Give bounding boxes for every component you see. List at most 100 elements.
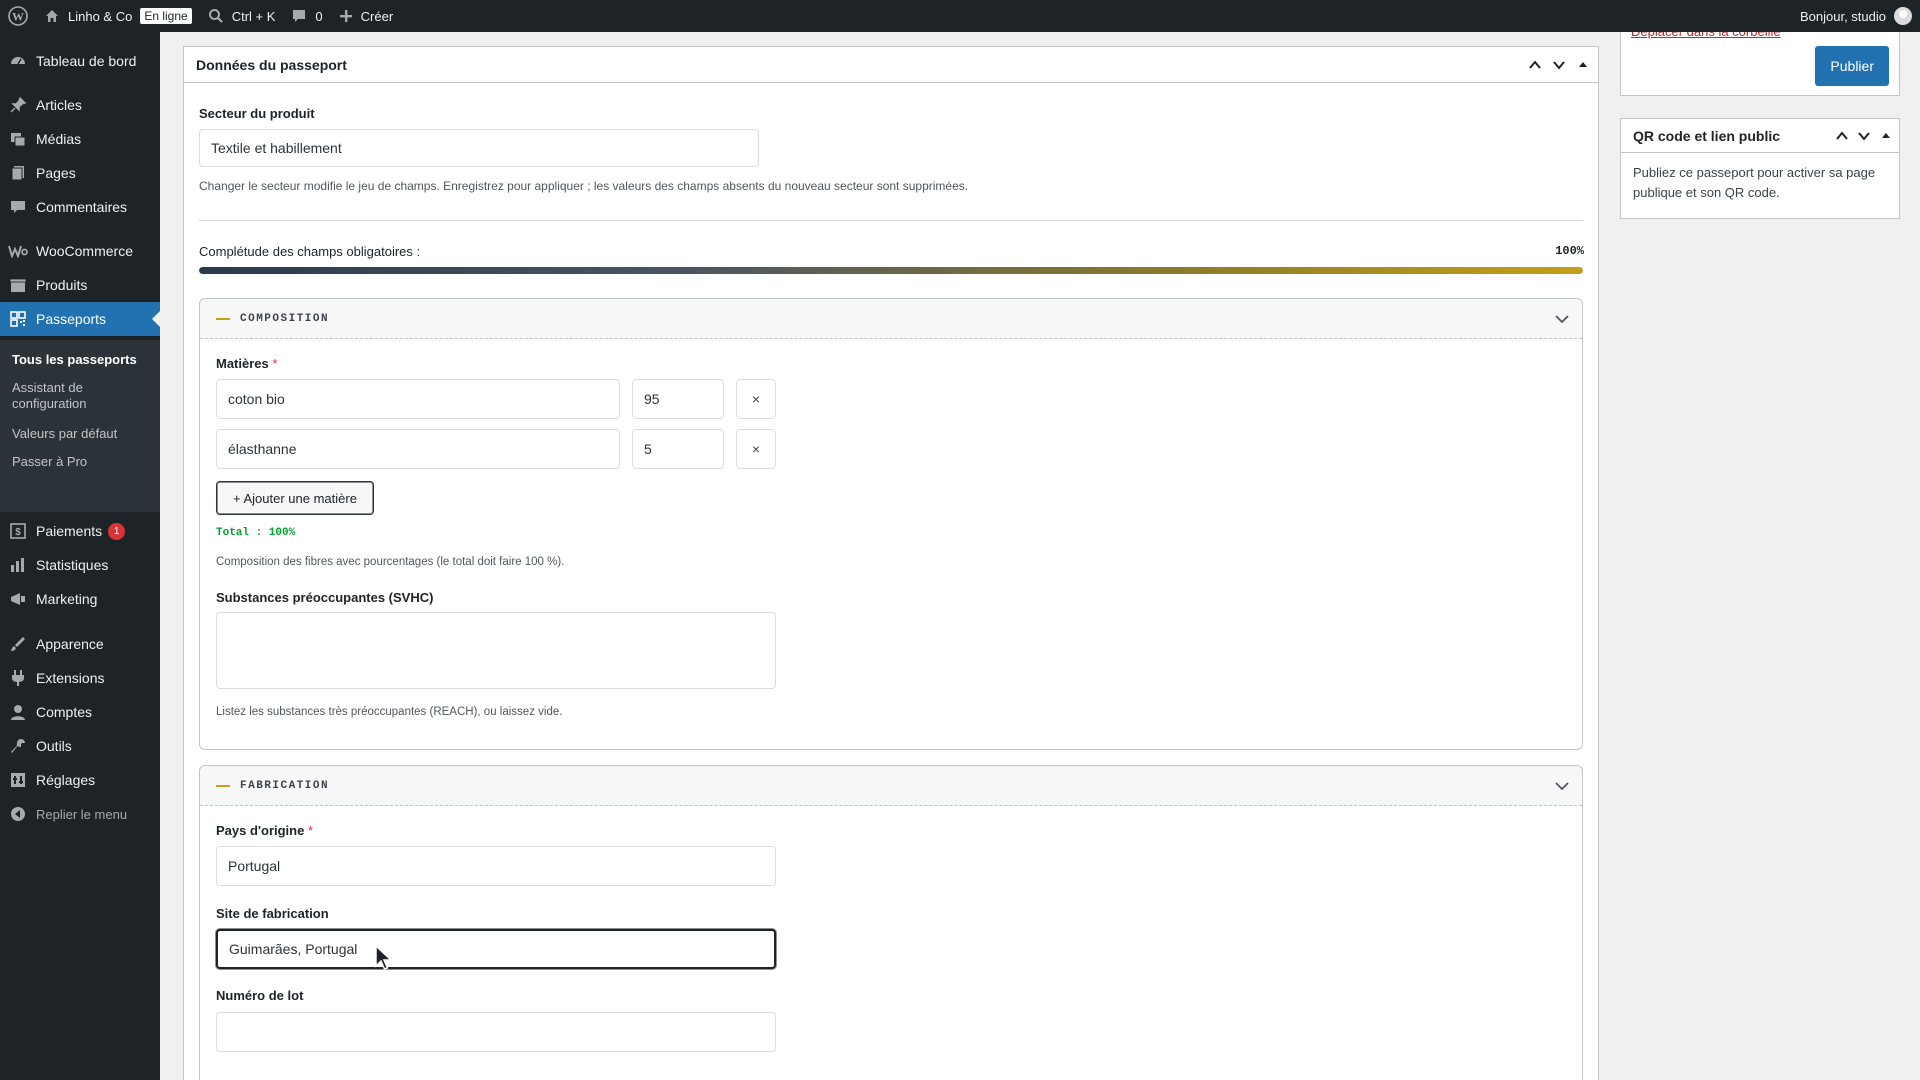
sidebar-item-passports[interactable]: Passeports xyxy=(0,302,160,336)
composition-section-header[interactable]: COMPOSITION xyxy=(200,299,1582,339)
fabrication-section-title: FABRICATION xyxy=(240,779,330,792)
origin-label: Pays d'origine * xyxy=(216,823,313,838)
products-icon xyxy=(0,276,36,294)
sidebar-item-label: Extensions xyxy=(36,670,105,686)
material-name-input[interactable]: coton bio xyxy=(216,379,620,419)
plus-icon xyxy=(339,9,353,23)
composition-help-text: Composition des fibres avec pourcentages… xyxy=(216,556,565,568)
material-percent-input[interactable]: 5 xyxy=(632,429,724,469)
lot-number-input[interactable] xyxy=(216,1012,776,1052)
move-up-icon[interactable] xyxy=(1833,127,1851,145)
comments-count: 0 xyxy=(315,8,323,24)
manufacturing-site-input[interactable]: Guimarães, Portugal xyxy=(216,929,776,969)
sidebar-item-media[interactable]: Médias xyxy=(0,122,160,156)
remove-material-button[interactable]: × xyxy=(736,379,776,419)
svhc-label: Substances préoccupantes (SVHC) xyxy=(216,590,434,605)
composition-section: COMPOSITION Matières * coton bio 95 × él… xyxy=(199,298,1583,750)
submenu-item-upgrade-pro[interactable]: Passer à Pro xyxy=(12,454,152,470)
origin-label-text: Pays d'origine xyxy=(216,823,305,838)
stats-icon xyxy=(0,556,36,574)
section-marker xyxy=(216,784,230,787)
submenu-item-defaults[interactable]: Valeurs par défaut xyxy=(12,426,152,442)
move-down-icon[interactable] xyxy=(1550,56,1568,74)
mouse-cursor-icon xyxy=(374,944,394,972)
completeness-progress-bar xyxy=(199,267,1583,274)
avatar xyxy=(1894,7,1912,25)
command-palette-button[interactable]: Ctrl + K xyxy=(200,0,284,32)
woocommerce-icon xyxy=(0,244,36,258)
qr-code-metabox: QR code et lien public Publiez ce passep… xyxy=(1620,118,1900,219)
search-icon xyxy=(208,8,224,24)
submenu-item-setup-wizard[interactable]: Assistant de configuration xyxy=(12,380,152,412)
sidebar-item-woocommerce[interactable]: WooCommerce xyxy=(0,234,160,268)
sidebar-item-label: Comptes xyxy=(36,704,93,720)
composition-total: Total : 100% xyxy=(216,527,296,539)
sidebar-item-articles[interactable]: Articles xyxy=(0,88,160,122)
online-status-badge: En ligne xyxy=(140,8,192,24)
admin-sidebar: Tableau de bord Articles Médias Pages Co… xyxy=(0,32,160,1080)
sidebar-item-appearance[interactable]: Apparence xyxy=(0,627,160,661)
metabox-title: Données du passeport xyxy=(196,56,347,73)
new-content-link[interactable]: Créer xyxy=(331,0,402,32)
sidebar-item-label: Articles xyxy=(36,97,82,113)
sidebar-item-marketing[interactable]: Marketing xyxy=(0,582,160,616)
qr-icon xyxy=(0,310,36,328)
sidebar-item-products[interactable]: Produits xyxy=(0,268,160,302)
material-name-input[interactable]: élasthanne xyxy=(216,429,620,469)
collapse-menu-button[interactable]: Replier le menu xyxy=(0,797,160,831)
wordpress-logo-icon[interactable]: W xyxy=(0,0,36,32)
completeness-value: 100% xyxy=(1555,244,1584,258)
sector-select[interactable]: Textile et habillement xyxy=(199,129,759,167)
sidebar-item-plugins[interactable]: Extensions xyxy=(0,661,160,695)
fabrication-section: FABRICATION Pays d'origine * Portugal Si… xyxy=(199,765,1583,1080)
completeness-label: Complétude des champs obligatoires : xyxy=(199,244,421,259)
chevron-down-icon[interactable] xyxy=(1554,311,1570,327)
lot-number-label: Numéro de lot xyxy=(216,988,304,1003)
sidebar-item-users[interactable]: Comptes xyxy=(0,695,160,729)
dashboard-icon xyxy=(0,52,36,70)
sidebar-item-dashboard[interactable]: Tableau de bord xyxy=(0,44,160,78)
toggle-panel-icon[interactable] xyxy=(1574,56,1592,74)
sidebar-item-label: Marketing xyxy=(36,591,98,607)
publish-button[interactable]: Publier xyxy=(1815,46,1889,86)
origin-country-input[interactable]: Portugal xyxy=(216,846,776,886)
my-account-link[interactable]: Bonjour, studio xyxy=(1800,0,1912,32)
publish-metabox: Déplacer dans la corbeille Publier xyxy=(1620,24,1900,96)
appearance-icon xyxy=(0,635,36,653)
toggle-panel-icon[interactable] xyxy=(1877,127,1895,145)
sidebar-item-label: Produits xyxy=(36,277,88,293)
sidebar-item-comments[interactable]: Commentaires xyxy=(0,190,160,224)
comments-link[interactable]: 0 xyxy=(283,0,330,32)
materials-label-text: Matières xyxy=(216,356,269,371)
fabrication-section-header[interactable]: FABRICATION xyxy=(200,766,1582,806)
chevron-down-icon[interactable] xyxy=(1554,778,1570,794)
submenu-item-all-passports[interactable]: Tous les passeports xyxy=(12,352,152,368)
site-name-link[interactable]: Linho & Co En ligne xyxy=(36,0,200,32)
move-up-icon[interactable] xyxy=(1526,56,1544,74)
media-icon xyxy=(0,130,36,148)
sector-label: Secteur du produit xyxy=(199,106,315,121)
sidebar-item-pages[interactable]: Pages xyxy=(0,156,160,190)
remove-material-button[interactable]: × xyxy=(736,429,776,469)
sidebar-item-payments[interactable]: $ Paiements 1 xyxy=(0,514,160,548)
sidebar-item-label: Réglages xyxy=(36,772,96,788)
marketing-icon xyxy=(0,590,36,608)
sidebar-item-label: Outils xyxy=(36,738,72,754)
home-icon xyxy=(44,8,60,24)
required-mark: * xyxy=(307,823,314,838)
payments-icon: $ xyxy=(0,522,36,540)
comment-bubble-icon xyxy=(291,8,307,24)
sidebar-item-label: WooCommerce xyxy=(36,243,133,259)
sidebar-item-label: Statistiques xyxy=(36,557,109,573)
svhc-help-text: Listez les substances très préoccupantes… xyxy=(216,706,563,718)
material-percent-input[interactable]: 95 xyxy=(632,379,724,419)
sidebar-item-tools[interactable]: Outils xyxy=(0,729,160,763)
sidebar-item-statistics[interactable]: Statistiques xyxy=(0,548,160,582)
users-icon xyxy=(0,703,36,721)
move-down-icon[interactable] xyxy=(1855,127,1873,145)
svhc-textarea[interactable] xyxy=(216,612,776,689)
sidebar-item-settings[interactable]: Réglages xyxy=(0,763,160,797)
manufacturing-site-label: Site de fabrication xyxy=(216,906,329,921)
add-material-button[interactable]: + Ajouter une matière xyxy=(216,481,374,515)
required-mark: * xyxy=(272,356,278,371)
